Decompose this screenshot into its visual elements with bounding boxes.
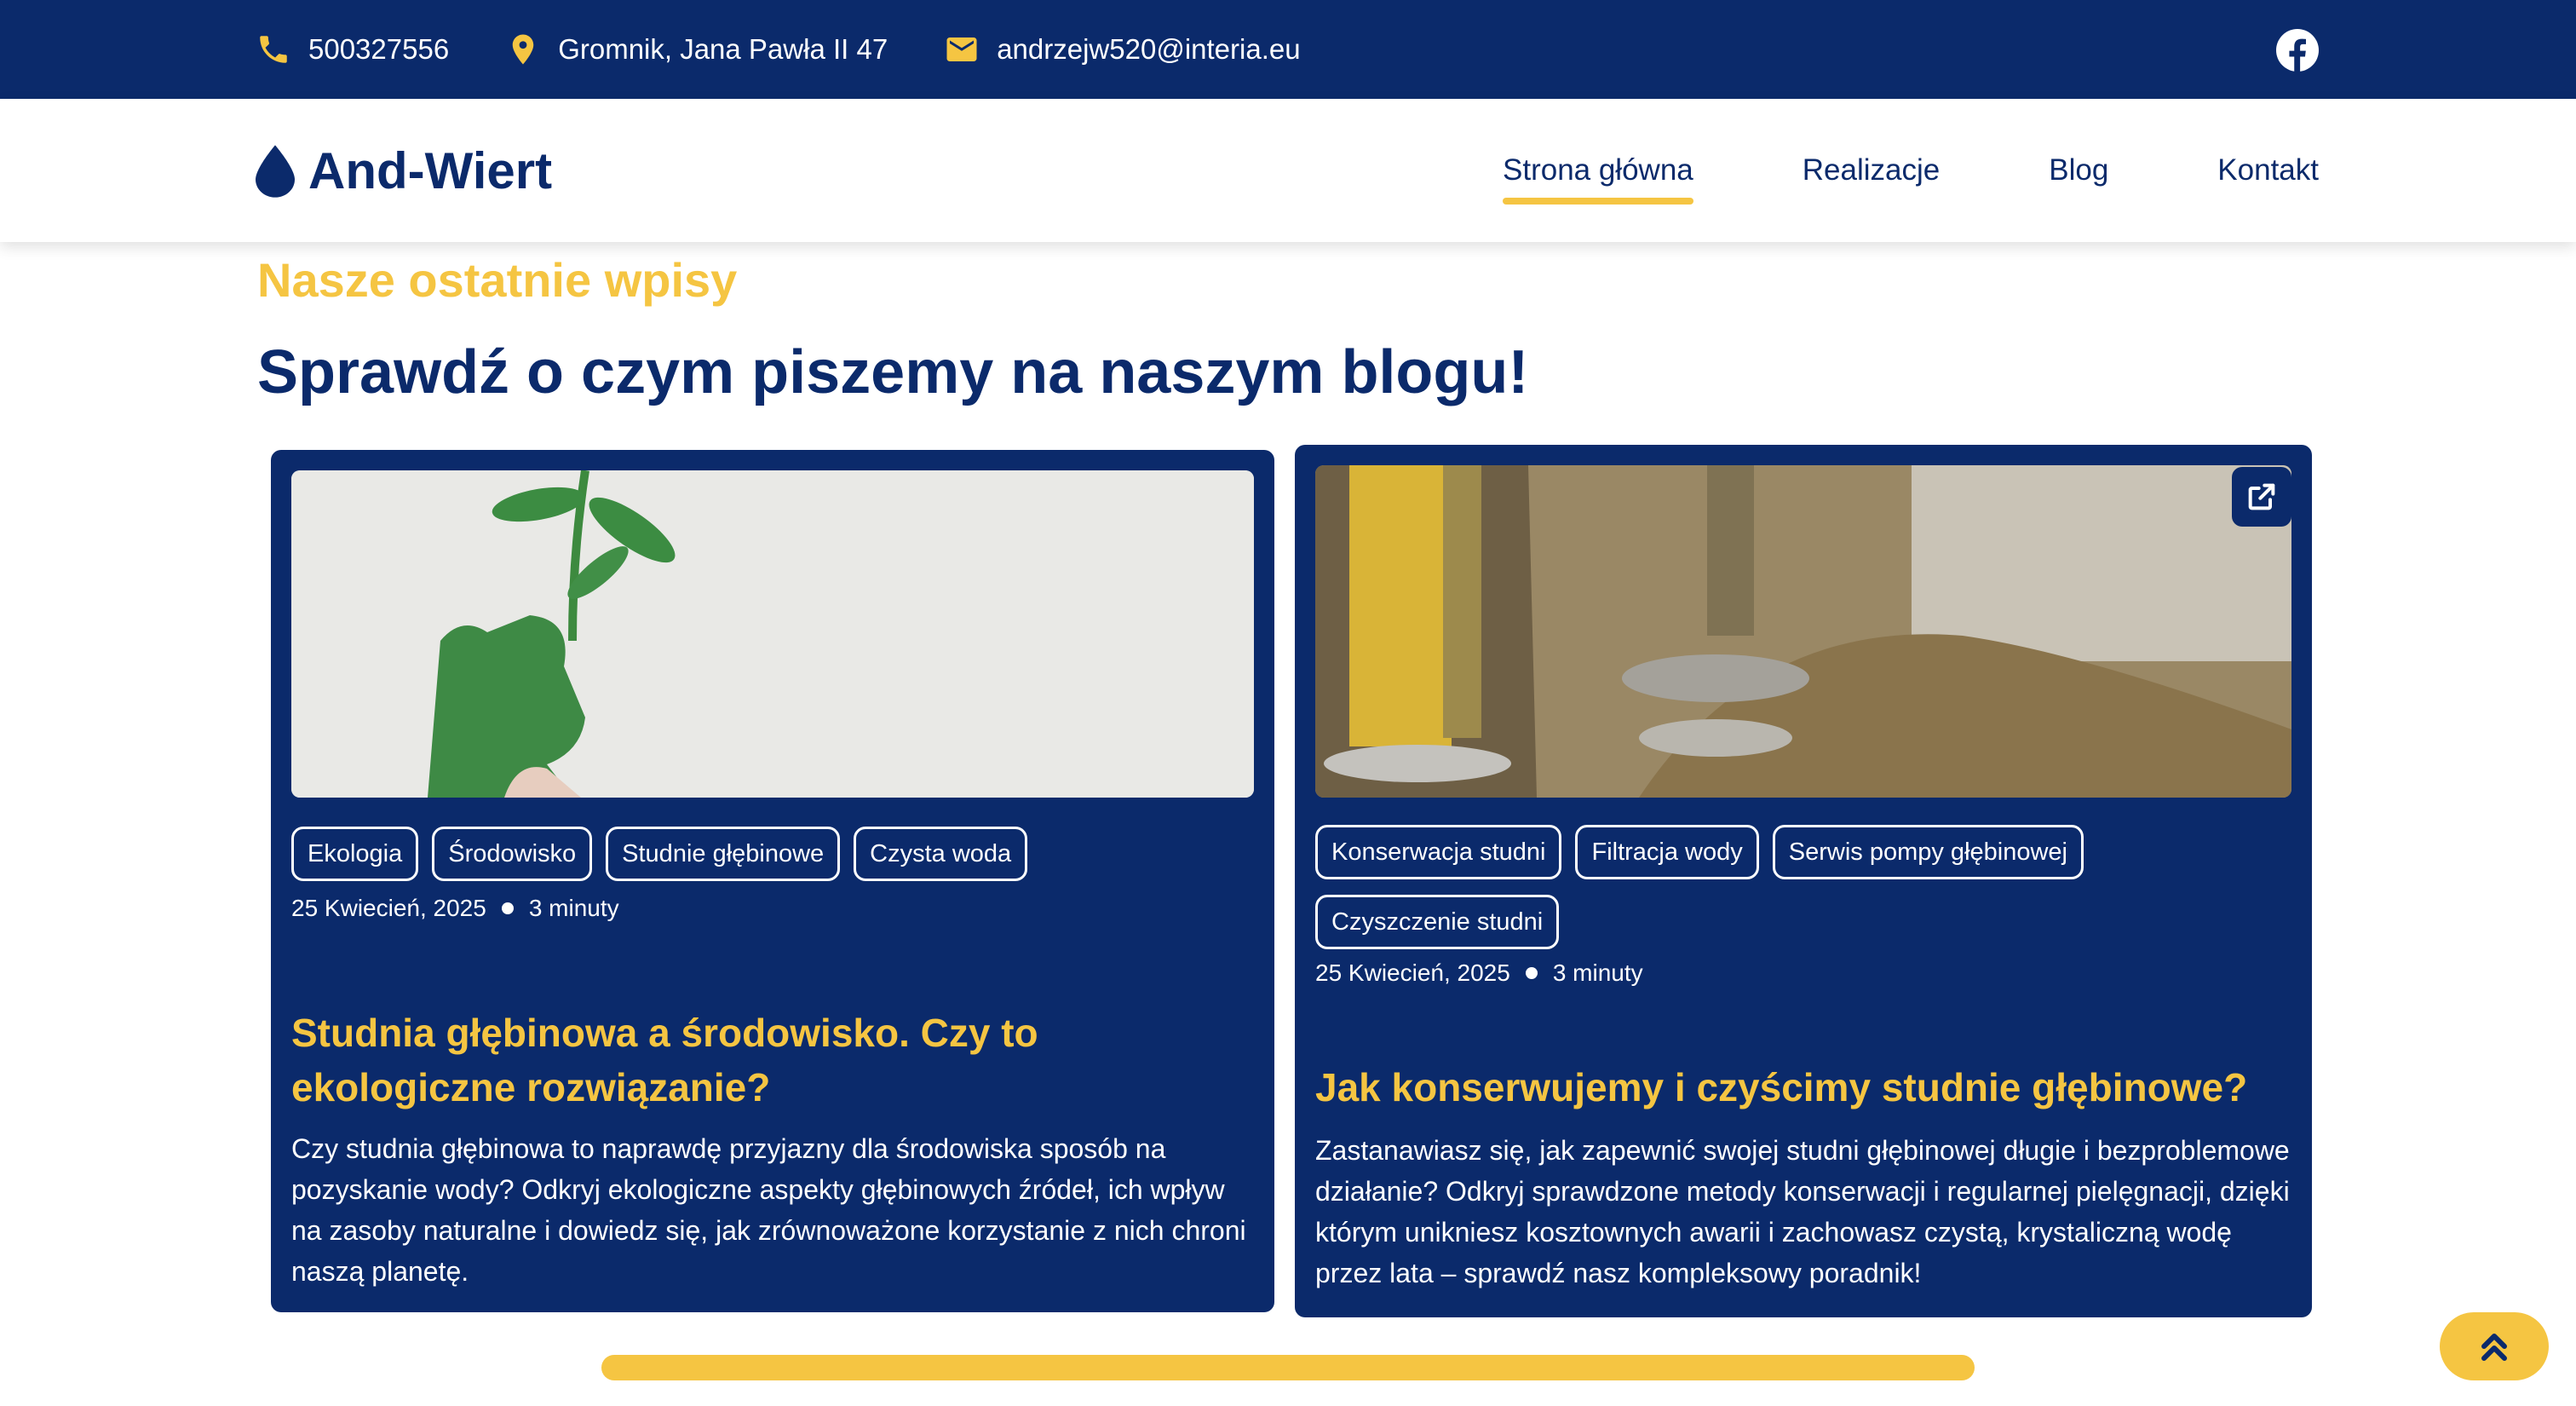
email-info[interactable]: andrzejw520@interia.eu bbox=[944, 32, 1301, 67]
tag[interactable]: Konserwacja studni bbox=[1315, 825, 1562, 879]
section-eyebrow: Nasze ostatnie wpisy bbox=[257, 253, 738, 307]
phone-info[interactable]: 500327556 bbox=[256, 32, 449, 67]
nav-item-blog[interactable]: Blog bbox=[2049, 153, 2108, 187]
brand-name: And-Wiert bbox=[308, 142, 553, 199]
tag[interactable]: Ekologia bbox=[291, 827, 419, 881]
nav-item-realizacje[interactable]: Realizacje bbox=[1803, 153, 1940, 187]
post-title[interactable]: Studnia głębinowa a środowisko. Czy to e… bbox=[291, 1006, 1228, 1115]
post-date: 25 Kwiecień, 2025 bbox=[1315, 959, 1510, 986]
address-info: Gromnik, Jana Pawła II 47 bbox=[505, 32, 888, 67]
section-heading: Sprawdź o czym piszemy na naszym blogu! bbox=[257, 338, 1529, 406]
contact-info: 500327556 Gromnik, Jana Pawła II 47 andr… bbox=[256, 0, 1301, 99]
post-title[interactable]: Jak konserwujemy i czyścimy studnie głęb… bbox=[1315, 1060, 2286, 1115]
tag[interactable]: Studnie głębinowe bbox=[606, 827, 841, 881]
main-navbar: And-Wiert Strona główna Realizacje Blog … bbox=[0, 99, 2576, 242]
scroll-to-top-button[interactable] bbox=[2440, 1312, 2549, 1380]
post-excerpt: Zastanawiasz się, jak zapewnić swojej st… bbox=[1315, 1130, 2291, 1294]
tag[interactable]: Czysta woda bbox=[854, 827, 1028, 881]
blog-card[interactable]: Konserwacja studni Filtracja wody Serwis… bbox=[1295, 445, 2312, 1317]
post-meta: 25 Kwiecień, 2025 3 minuty bbox=[291, 895, 619, 922]
water-drop-icon bbox=[256, 144, 295, 198]
envelope-icon bbox=[946, 37, 977, 61]
separator-dot-icon bbox=[1525, 967, 1538, 979]
map-pin-icon bbox=[512, 34, 534, 65]
chevron-double-up-icon bbox=[2481, 1334, 2507, 1361]
brand-logo[interactable]: And-Wiert bbox=[256, 141, 552, 200]
external-link-icon bbox=[2248, 483, 2275, 510]
post-image-plant bbox=[291, 470, 1254, 798]
facebook-icon[interactable] bbox=[2276, 29, 2319, 72]
post-tags: Konserwacja studni Filtracja wody Serwis… bbox=[1315, 825, 2291, 949]
carousel-progress-bar[interactable] bbox=[601, 1355, 1975, 1380]
address-text: Gromnik, Jana Pawła II 47 bbox=[558, 33, 888, 65]
blog-card[interactable]: Ekologia Środowisko Studnie głębinowe Cz… bbox=[271, 450, 1274, 1312]
tag[interactable]: Środowisko bbox=[432, 827, 593, 881]
tag[interactable]: Czyszczenie studni bbox=[1315, 895, 1560, 949]
post-excerpt-text: Zastanawiasz się, jak zapewnić swojej st… bbox=[1315, 1135, 2290, 1288]
open-post-button[interactable] bbox=[2232, 467, 2291, 527]
main-nav: Strona główna Realizacje Blog Kontakt bbox=[1503, 99, 2319, 242]
nav-item-kontakt[interactable]: Kontakt bbox=[2217, 153, 2319, 187]
tag[interactable]: Serwis pompy głębinowej bbox=[1772, 825, 2084, 879]
read-time: 3 minuty bbox=[528, 895, 619, 921]
post-date: 25 Kwiecień, 2025 bbox=[291, 895, 486, 921]
separator-dot-icon bbox=[501, 902, 514, 914]
tag[interactable]: Filtracja wody bbox=[1575, 825, 1759, 879]
nav-item-home[interactable]: Strona główna bbox=[1503, 153, 1693, 205]
post-image-drilling bbox=[1315, 465, 2291, 798]
post-meta: 25 Kwiecień, 2025 3 minuty bbox=[1315, 959, 1643, 987]
phone-number: 500327556 bbox=[308, 33, 450, 65]
email-address: andrzejw520@interia.eu bbox=[997, 33, 1301, 65]
read-time: 3 minuty bbox=[1552, 959, 1643, 986]
post-tags: Ekologia Środowisko Studnie głębinowe Cz… bbox=[291, 827, 1254, 881]
top-info-bar: 500327556 Gromnik, Jana Pawła II 47 andr… bbox=[0, 0, 2576, 99]
post-excerpt: Czy studnia głębinowa to naprawdę przyja… bbox=[291, 1133, 1246, 1287]
phone-icon bbox=[260, 36, 287, 63]
